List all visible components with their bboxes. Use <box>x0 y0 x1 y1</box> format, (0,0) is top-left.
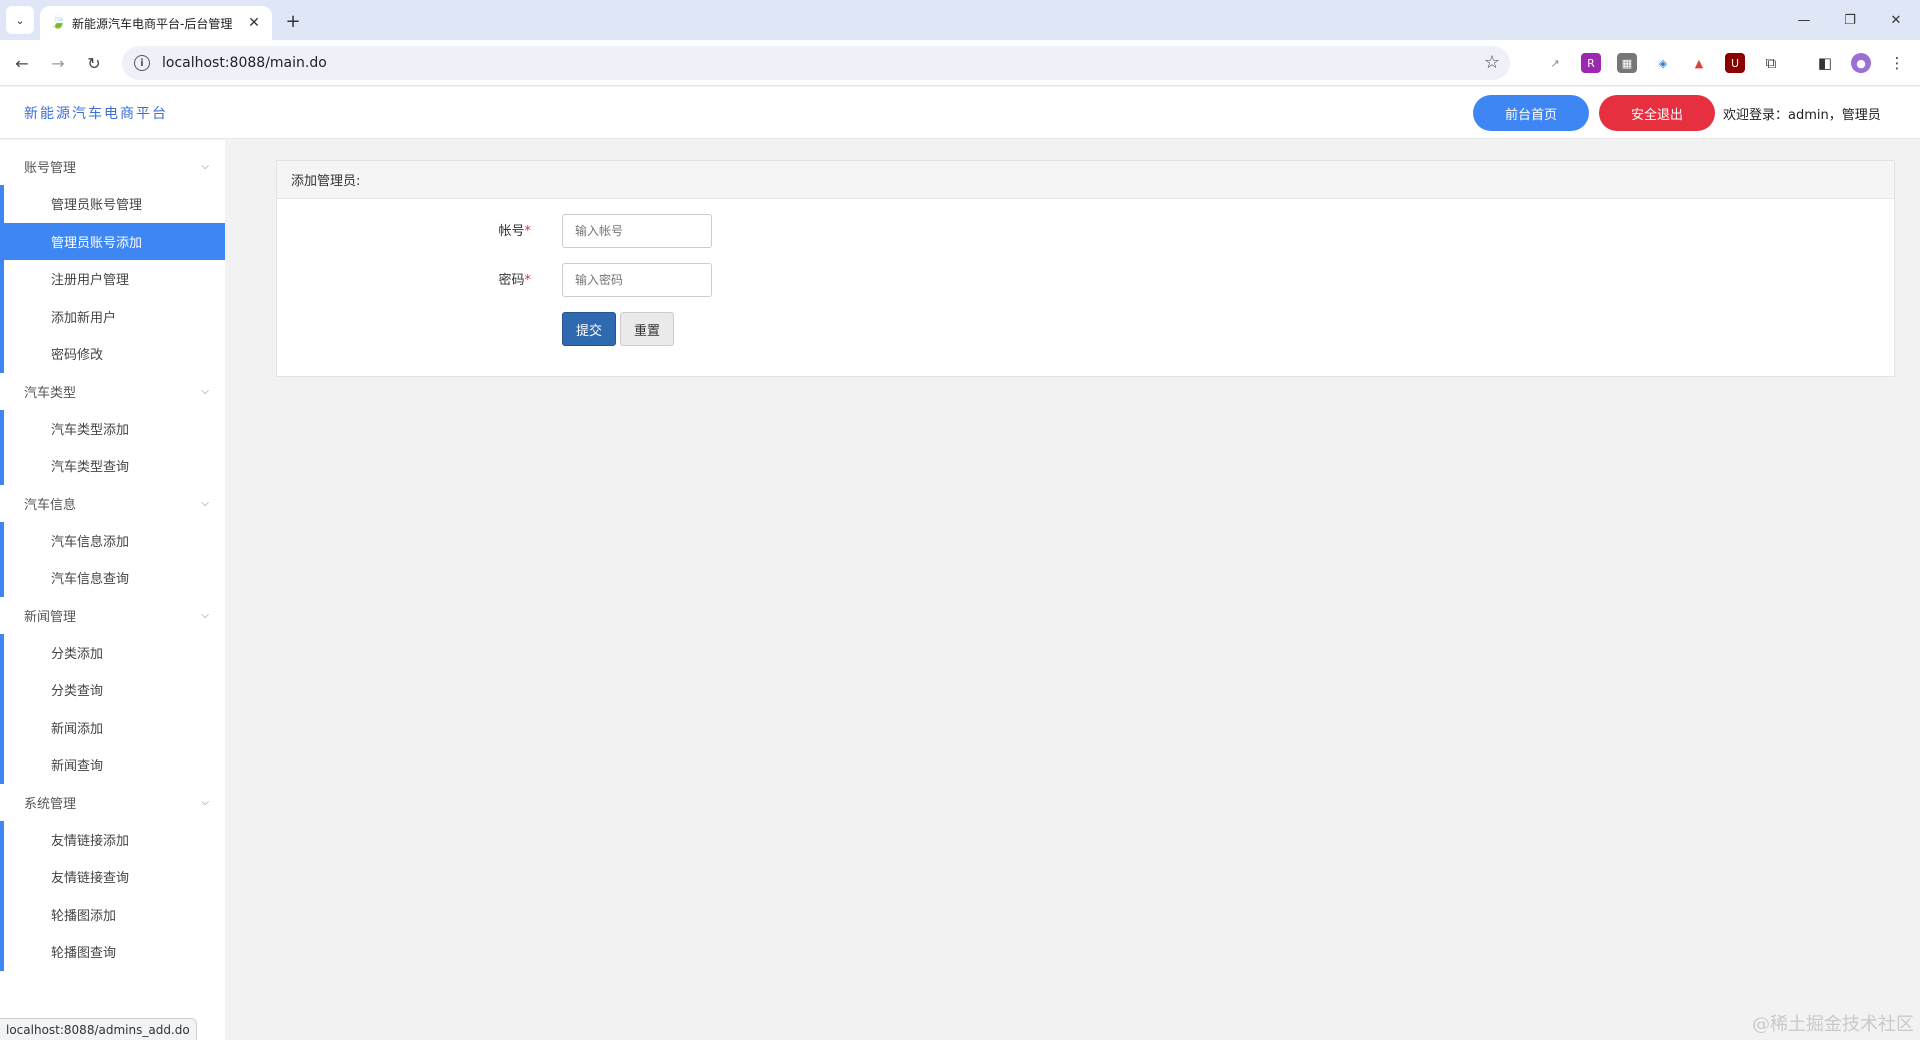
restore-icon[interactable]: ❐ <box>1830 8 1870 32</box>
sidebar-item-banner-add[interactable]: 轮播图添加 <box>0 895 225 933</box>
new-tab-plus-icon[interactable]: + <box>280 8 306 34</box>
url-text: localhost:8088/main.do <box>162 55 327 71</box>
sidebar-item-car-type-query[interactable]: 汽车类型查询 <box>0 447 225 485</box>
forward-arrow-icon[interactable]: → <box>46 51 70 75</box>
site-info-icon[interactable]: i <box>134 55 150 71</box>
sidebar-group-label: 汽车类型 <box>24 385 77 401</box>
logout-button[interactable]: 安全退出 <box>1599 95 1715 131</box>
sidebar-item-news-query[interactable]: 新闻查询 <box>0 746 225 784</box>
password-row: 密码* <box>277 263 1894 297</box>
sidebar-item-admin-add[interactable]: 管理员账号添加 <box>0 222 225 260</box>
sidebar-group-car-type[interactable]: 汽车类型 ⌵ <box>0 373 225 410</box>
sidebar-group-news[interactable]: 新闻管理 ⌵ <box>0 597 225 634</box>
sidebar-group-account[interactable]: 账号管理 ⌵ <box>0 148 225 185</box>
sidebar-item-news-add[interactable]: 新闻添加 <box>0 708 225 746</box>
sidebar-group-label: 账号管理 <box>24 161 77 176</box>
reset-button[interactable]: 重置 <box>620 312 674 346</box>
sidebar-item-category-add[interactable]: 分类添加 <box>0 633 225 671</box>
extensions-puzzle-icon[interactable]: ⧉ <box>1761 53 1781 73</box>
sidebar: 账号管理 ⌵ 管理员账号管理 管理员账号添加 注册用户管理 添加新用户 密码修改… <box>0 140 225 1040</box>
account-input[interactable] <box>562 214 712 248</box>
add-admin-panel: 添加管理员: 帐号* 密码* 提交 重置 <box>276 160 1895 377</box>
chevron-down-icon: ⌵ <box>201 497 209 509</box>
sidebar-item-category-query[interactable]: 分类查询 <box>0 671 225 709</box>
sidebar-group-label: 新闻管理 <box>24 609 77 625</box>
extension-tree-icon[interactable]: ▲ <box>1689 53 1709 73</box>
sidebar-group-system[interactable]: 系统管理 ⌵ <box>0 784 225 821</box>
front-home-button[interactable]: 前台首页 <box>1473 95 1589 131</box>
profile-avatar[interactable]: ● <box>1851 53 1871 73</box>
welcome-text: 欢迎登录：admin，管理员 <box>1723 108 1881 123</box>
sidebar-group-car-info[interactable]: 汽车信息 ⌵ <box>0 485 225 522</box>
browser-tabbar: ⌄ 🍃 新能源汽车电商平台-后台管理 ✕ + — ❐ ✕ <box>0 0 1920 40</box>
browser-tab[interactable]: 🍃 新能源汽车电商平台-后台管理 ✕ <box>40 6 272 40</box>
chevron-down-icon: ⌵ <box>201 385 209 397</box>
watermark: @稀土掘金技术社区 <box>1752 1014 1914 1035</box>
sidebar-item-banner-query[interactable]: 轮播图查询 <box>0 933 225 971</box>
minimize-icon[interactable]: — <box>1784 8 1824 32</box>
sidebar-item-admin-manage[interactable]: 管理员账号管理 <box>0 185 225 223</box>
extension-layers-icon[interactable]: ◈ <box>1653 53 1673 73</box>
submit-button[interactable]: 提交 <box>562 312 616 346</box>
account-row: 帐号* <box>277 214 1894 248</box>
tab-close-icon[interactable]: ✕ <box>246 15 262 31</box>
browser-toolbar: ← → ↻ i localhost:8088/main.do ☆ ↗ R ▦ ◈… <box>0 40 1920 86</box>
tab-title: 新能源汽车电商平台-后台管理 <box>72 16 233 31</box>
password-label: 密码* <box>498 273 531 288</box>
password-input[interactable] <box>562 263 712 297</box>
address-bar[interactable]: i localhost:8088/main.do ☆ <box>122 46 1510 80</box>
account-label: 帐号* <box>498 224 531 239</box>
sidebar-item-link-add[interactable]: 友情链接添加 <box>0 820 225 858</box>
reload-icon[interactable]: ↻ <box>82 51 106 75</box>
status-bar-url: localhost:8088/admins_add.do <box>0 1018 197 1040</box>
sidebar-group-label: 汽车信息 <box>24 497 77 513</box>
sidebar-group-label: 系统管理 <box>24 796 77 812</box>
extension-cursor-icon[interactable]: ↗ <box>1545 53 1565 73</box>
app-header: 新能源汽车电商平台 前台首页 安全退出 欢迎登录：admin，管理员 <box>0 87 1920 139</box>
app-title: 新能源汽车电商平台 <box>24 106 168 122</box>
chevron-down-icon: ⌵ <box>201 609 209 621</box>
leaf-favicon-icon: 🍃 <box>50 15 67 30</box>
sidebar-item-user-add[interactable]: 添加新用户 <box>0 297 225 335</box>
sidebar-item-user-manage[interactable]: 注册用户管理 <box>0 260 225 298</box>
panel-title: 添加管理员: <box>277 161 1894 199</box>
sidebar-item-link-query[interactable]: 友情链接查询 <box>0 858 225 896</box>
sidebar-item-car-info-query[interactable]: 汽车信息查询 <box>0 559 225 597</box>
sidebar-item-password[interactable]: 密码修改 <box>0 335 225 373</box>
browser-menu-icon[interactable]: ⋮ <box>1887 53 1907 73</box>
extension-shield-icon[interactable]: U <box>1725 53 1745 73</box>
tab-search-chevron-icon[interactable]: ⌄ <box>6 6 34 34</box>
chevron-down-icon: ⌵ <box>201 796 209 808</box>
sidebar-item-car-type-add[interactable]: 汽车类型添加 <box>0 409 225 447</box>
extension-rp-icon[interactable]: R <box>1581 53 1601 73</box>
sidebar-item-car-info-add[interactable]: 汽车信息添加 <box>0 521 225 559</box>
bookmark-star-icon[interactable]: ☆ <box>1484 52 1500 73</box>
chevron-down-icon: ⌵ <box>201 161 209 172</box>
side-panel-icon[interactable]: ◧ <box>1815 53 1835 73</box>
back-arrow-icon[interactable]: ← <box>10 51 34 75</box>
close-window-icon[interactable]: ✕ <box>1876 8 1916 32</box>
extension-grid-icon[interactable]: ▦ <box>1617 53 1637 73</box>
